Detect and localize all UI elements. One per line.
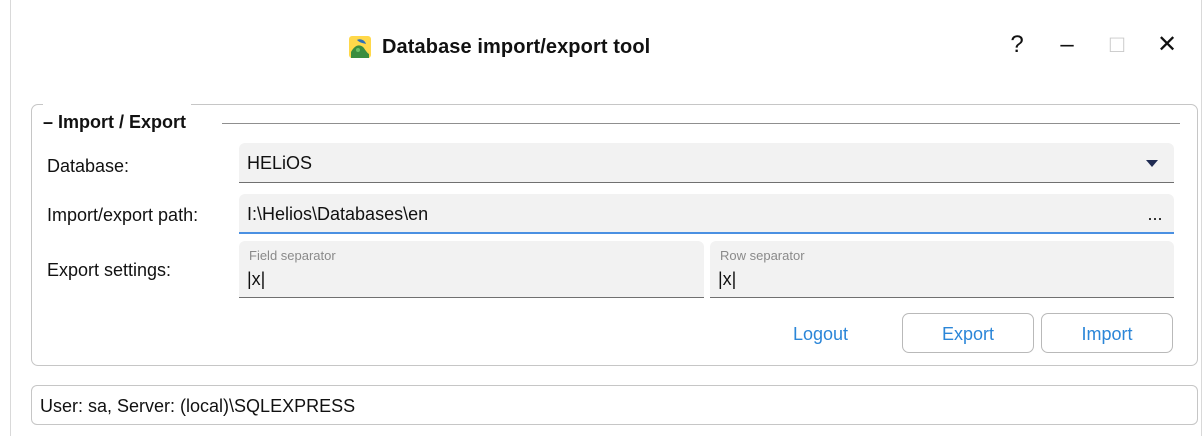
import-export-path-input[interactable]: I:\Helios\Databases\en ... xyxy=(239,194,1174,234)
maximize-button: □ xyxy=(1109,31,1125,58)
logout-link[interactable]: Logout xyxy=(793,322,848,346)
help-button[interactable]: ? xyxy=(1003,29,1031,61)
field-separator-input[interactable]: Field separator |x| xyxy=(239,241,704,298)
group-title-text: Import / Export xyxy=(58,112,187,132)
import-button[interactable]: Import xyxy=(1041,313,1173,353)
database-import-export-window: Database import/export tool ? – □ ✕ – Im… xyxy=(10,0,1202,436)
export-button[interactable]: Export xyxy=(902,313,1034,353)
group-title-dash: – xyxy=(43,112,59,132)
group-title: – Import / Export xyxy=(43,102,192,142)
database-value: HELiOS xyxy=(247,153,313,173)
field-separator-value: |x| xyxy=(247,269,266,289)
window-title-area: Database import/export tool xyxy=(348,33,650,61)
row-separator-input[interactable]: Row separator |x| xyxy=(710,241,1174,298)
window-controls: ? – □ ✕ xyxy=(1003,29,1181,61)
database-label: Database: xyxy=(47,156,130,176)
status-text: User: sa, Server: (local)\SQLEXPRESS xyxy=(40,396,356,416)
browse-path-button[interactable]: ... xyxy=(1143,202,1167,226)
close-button[interactable]: ✕ xyxy=(1153,29,1181,61)
window-title: Database import/export tool xyxy=(382,36,651,58)
chevron-down-icon xyxy=(1146,160,1158,167)
status-bar: User: sa, Server: (local)\SQLEXPRESS xyxy=(31,385,1198,425)
minimize-button[interactable]: – xyxy=(1053,29,1081,61)
import-export-group: – Import / Export Database: HELiOS Impor… xyxy=(31,102,1198,366)
field-separator-label: Field separator xyxy=(249,248,336,263)
database-app-icon xyxy=(348,35,372,59)
database-select[interactable]: HELiOS xyxy=(239,143,1174,183)
title-bar: Database import/export tool ? – □ ✕ xyxy=(11,0,1201,88)
import-export-path-value: I:\Helios\Databases\en xyxy=(247,204,429,224)
row-separator-value: |x| xyxy=(718,269,737,289)
row-separator-label: Row separator xyxy=(720,248,805,263)
export-settings-label: Export settings: xyxy=(47,260,172,280)
group-title-line xyxy=(222,123,1180,124)
import-export-path-label: Import/export path: xyxy=(47,205,199,225)
